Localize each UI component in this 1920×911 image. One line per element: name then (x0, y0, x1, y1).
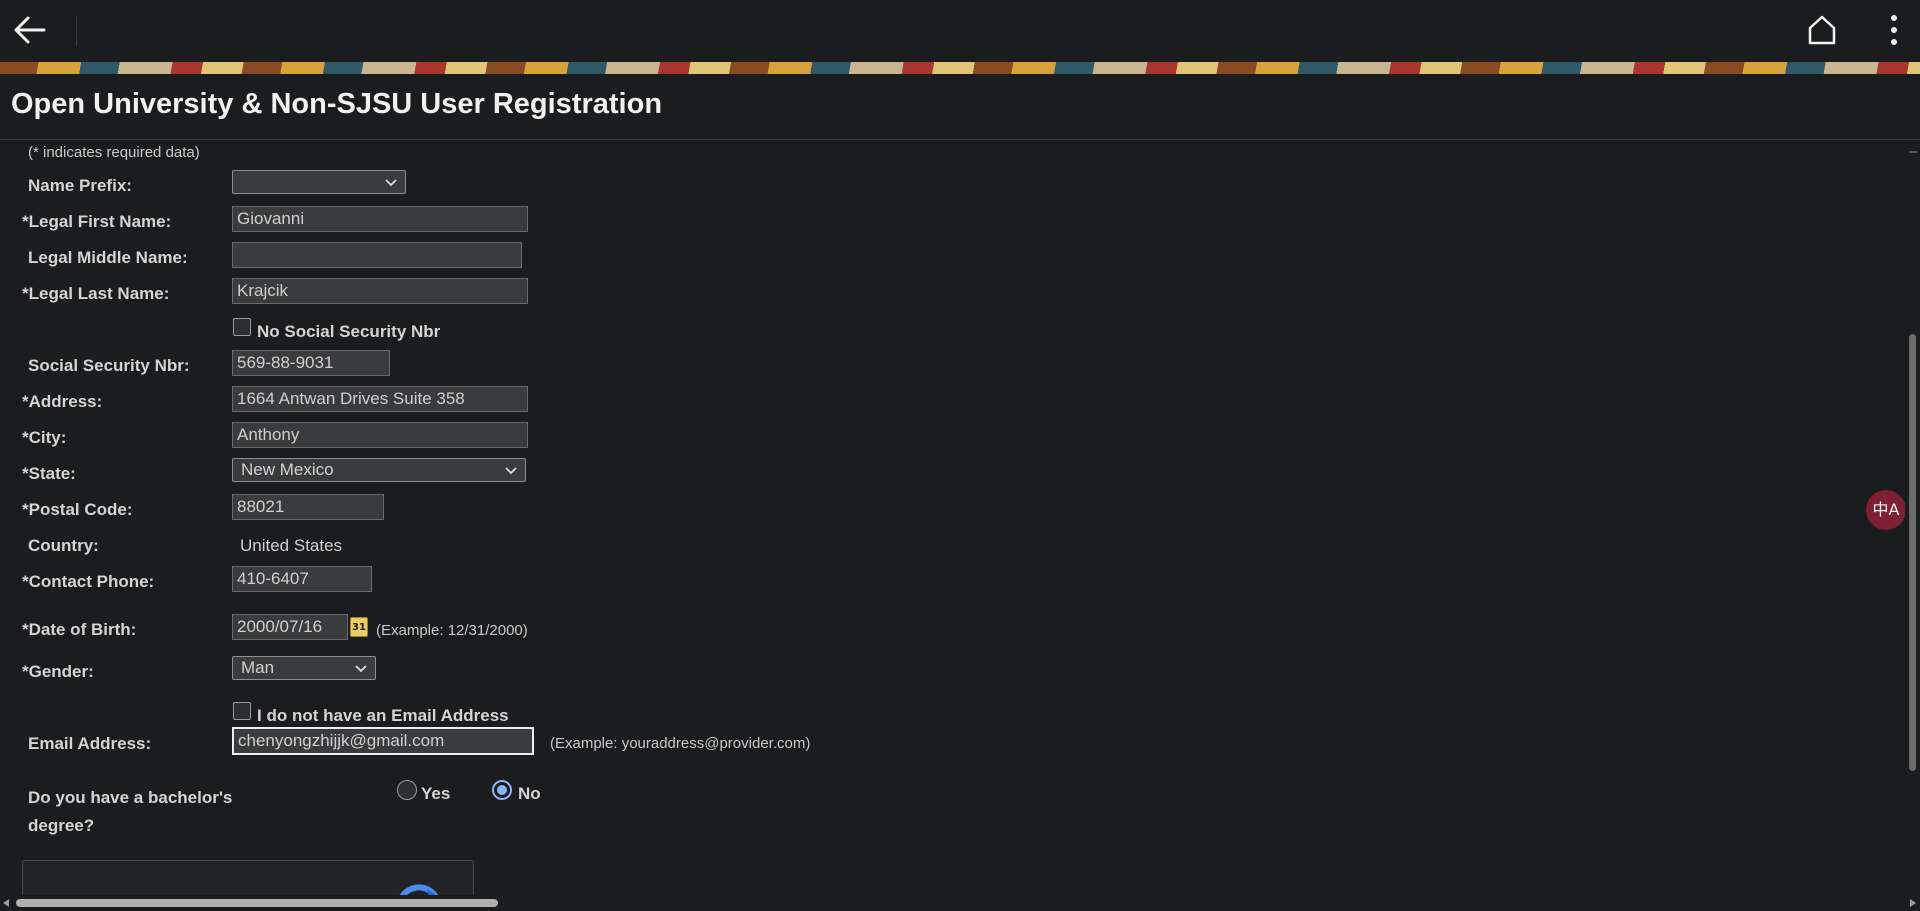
scroll-up-icon[interactable] (1909, 151, 1917, 153)
first-name-label: *Legal First Name: (22, 212, 172, 231)
postal-code-input[interactable]: 88021 (232, 494, 384, 520)
more-vertical-icon[interactable] (1876, 10, 1912, 50)
page-title: Open University & Non-SJSU User Registra… (11, 88, 663, 120)
email-example: (Example: youraddress@provider.com) (550, 735, 811, 752)
country-label: Country: (28, 536, 99, 555)
vertical-scroll-thumb[interactable] (1909, 334, 1916, 771)
decorative-banner (0, 62, 1920, 74)
contact-phone-label: *Contact Phone: (22, 572, 155, 591)
horizontal-scroll-thumb[interactable] (16, 899, 498, 907)
address-input[interactable]: 1664 Antwan Drives Suite 358 (232, 386, 528, 412)
ssn-input[interactable]: 569-88-9031 (232, 350, 390, 376)
bachelor-question-line2: degree? (28, 816, 95, 835)
scroll-right-icon[interactable] (1910, 899, 1916, 907)
postal-code-label: *Postal Code: (22, 500, 133, 519)
first-name-input[interactable]: Giovanni (232, 206, 528, 232)
chevron-down-icon (355, 665, 367, 673)
middle-name-label: Legal Middle Name: (28, 248, 188, 267)
scroll-left-icon[interactable] (3, 899, 9, 907)
country-value: United States (240, 536, 343, 555)
vertical-scrollbar[interactable] (1905, 141, 1920, 895)
middle-name-input[interactable] (232, 242, 522, 268)
last-name-input[interactable]: Krajcik (232, 278, 528, 304)
state-value: New Mexico (241, 460, 334, 479)
no-email-checkbox[interactable] (233, 702, 251, 720)
bachelor-yes-radio[interactable] (397, 780, 417, 800)
address-label: *Address: (22, 392, 103, 411)
state-select[interactable]: New Mexico (232, 458, 526, 482)
home-icon[interactable] (1802, 10, 1842, 50)
translate-icon[interactable]: 中A (1866, 490, 1906, 530)
city-input[interactable]: Anthony (232, 422, 528, 448)
bachelor-no-label: No (518, 784, 541, 803)
no-ssn-checkbox[interactable] (233, 318, 251, 336)
state-label: *State: (22, 464, 76, 483)
top-bar (0, 0, 1920, 62)
topbar-divider (76, 16, 77, 46)
dob-input[interactable]: 2000/07/16 (232, 614, 348, 640)
dob-example: (Example: 12/31/2000) (376, 622, 528, 639)
city-label: *City: (22, 428, 67, 447)
chevron-down-icon (505, 467, 517, 475)
dob-label: *Date of Birth: (22, 620, 137, 639)
no-email-label: I do not have an Email Address (257, 706, 509, 725)
gender-label: *Gender: (22, 662, 94, 681)
name-prefix-select[interactable] (232, 170, 406, 194)
bachelor-no-radio[interactable] (492, 780, 512, 800)
chevron-down-icon (385, 179, 397, 187)
calendar-icon[interactable]: 31 (350, 617, 368, 637)
back-arrow-icon[interactable] (8, 10, 52, 50)
email-label: Email Address: (28, 734, 152, 753)
required-note: (* indicates required data) (28, 144, 200, 161)
bachelor-yes-label: Yes (421, 784, 451, 803)
no-ssn-label: No Social Security Nbr (257, 322, 441, 341)
ssn-label: Social Security Nbr: (28, 356, 190, 375)
bachelor-question-line1: Do you have a bachelor's (28, 788, 233, 807)
horizontal-scrollbar[interactable] (0, 895, 1920, 911)
name-prefix-label: Name Prefix: (28, 176, 132, 195)
gender-value: Man (241, 658, 275, 677)
contact-phone-input[interactable]: 410-6407 (232, 566, 372, 592)
email-input[interactable]: chenyongzhijjk@gmail.com (232, 727, 534, 755)
last-name-label: *Legal Last Name: (22, 284, 170, 303)
gender-select[interactable]: Man (232, 656, 376, 680)
